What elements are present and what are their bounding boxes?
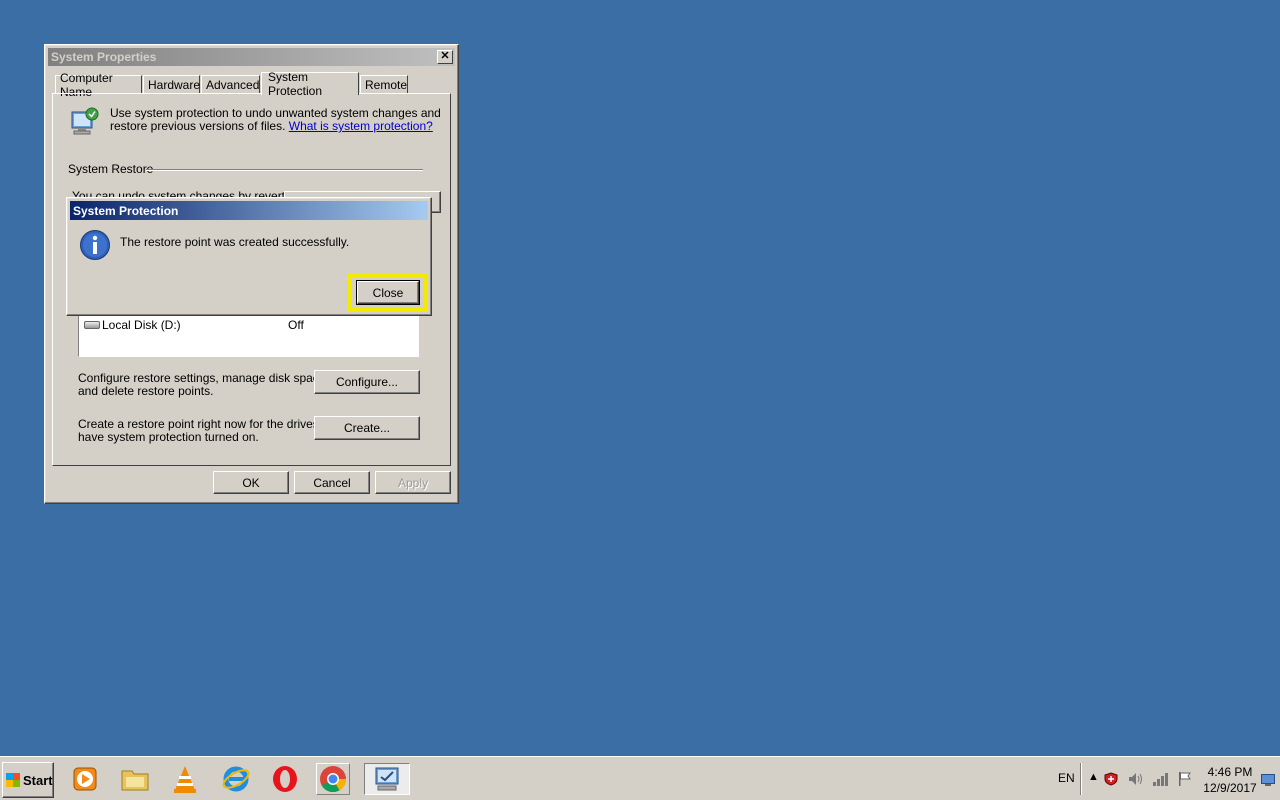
intro-text-line2: restore previous versions of files. What… [110, 120, 433, 133]
clock-time[interactable]: 4:46 PM [1200, 766, 1260, 779]
configure-text-line2: and delete restore points. [78, 384, 214, 398]
list-item[interactable]: Local Disk (D:) Off [83, 317, 403, 333]
vlc-icon[interactable] [168, 763, 202, 795]
group-divider [146, 169, 423, 171]
create-text-line2: have system protection turned on. [78, 430, 259, 444]
system-protection-icon [68, 106, 100, 138]
opera-icon[interactable] [268, 763, 302, 795]
intro-text: restore previous versions of files. [110, 119, 286, 133]
dialog-title: System Protection [73, 203, 179, 218]
tab-computer-name[interactable]: Computer Name [55, 71, 142, 99]
tab-hardware[interactable]: Hardware [143, 75, 200, 94]
system-properties-titlebar[interactable]: System Properties ✕ [48, 48, 455, 66]
media-player-icon[interactable] [68, 763, 102, 795]
what-is-system-protection-link[interactable]: What is system protection? [289, 119, 433, 133]
hard-drive-icon [84, 321, 100, 329]
shield-tray-icon[interactable] [1104, 772, 1118, 786]
start-button[interactable]: Start [2, 762, 54, 798]
chrome-icon[interactable] [316, 763, 350, 795]
system-properties-icon[interactable] [364, 763, 410, 795]
configure-button[interactable]: Configure... [314, 370, 420, 394]
language-indicator[interactable]: EN [1058, 772, 1075, 785]
tab-system-protection[interactable]: System Protection [261, 70, 359, 98]
internet-explorer-icon[interactable] [219, 763, 253, 795]
info-icon [79, 229, 111, 261]
tab-advanced[interactable]: Advanced [201, 75, 260, 94]
window-title: System Properties [51, 50, 157, 64]
network-icon[interactable] [1152, 771, 1170, 787]
dialog-titlebar[interactable]: System Protection [70, 201, 428, 220]
close-button[interactable]: Close [356, 280, 420, 305]
ok-button[interactable]: OK [213, 471, 289, 494]
dialog-message: The restore point was created successful… [120, 235, 350, 249]
drive-list[interactable]: Local Disk (D:) Off [78, 312, 419, 357]
taskbar: Start EN ▲ 4:46 PM 12/9/2017 [0, 756, 1280, 800]
show-hidden-icons-icon[interactable]: ▲ [1088, 771, 1099, 784]
system-restore-group-label: System Restore [68, 162, 154, 176]
file-explorer-icon[interactable] [118, 763, 152, 795]
volume-icon[interactable] [1127, 771, 1145, 787]
create-button[interactable]: Create... [314, 416, 420, 440]
start-label: Start [23, 772, 53, 788]
show-desktop-icon[interactable] [1261, 774, 1275, 786]
clock-date[interactable]: 12/9/2017 [1200, 782, 1260, 795]
apply-button[interactable]: Apply [375, 471, 451, 494]
action-center-flag-icon[interactable] [1177, 771, 1193, 787]
drive-name: Local Disk (D:) [102, 318, 181, 332]
close-icon[interactable]: ✕ [437, 50, 453, 64]
tray-divider [1080, 763, 1082, 795]
windows-logo-icon [6, 773, 20, 787]
cancel-button[interactable]: Cancel [294, 471, 370, 494]
tab-remote[interactable]: Remote [360, 75, 408, 94]
system-protection-dialog: System Protection The restore point was … [66, 197, 432, 316]
drive-protection-status: Off [288, 318, 304, 332]
